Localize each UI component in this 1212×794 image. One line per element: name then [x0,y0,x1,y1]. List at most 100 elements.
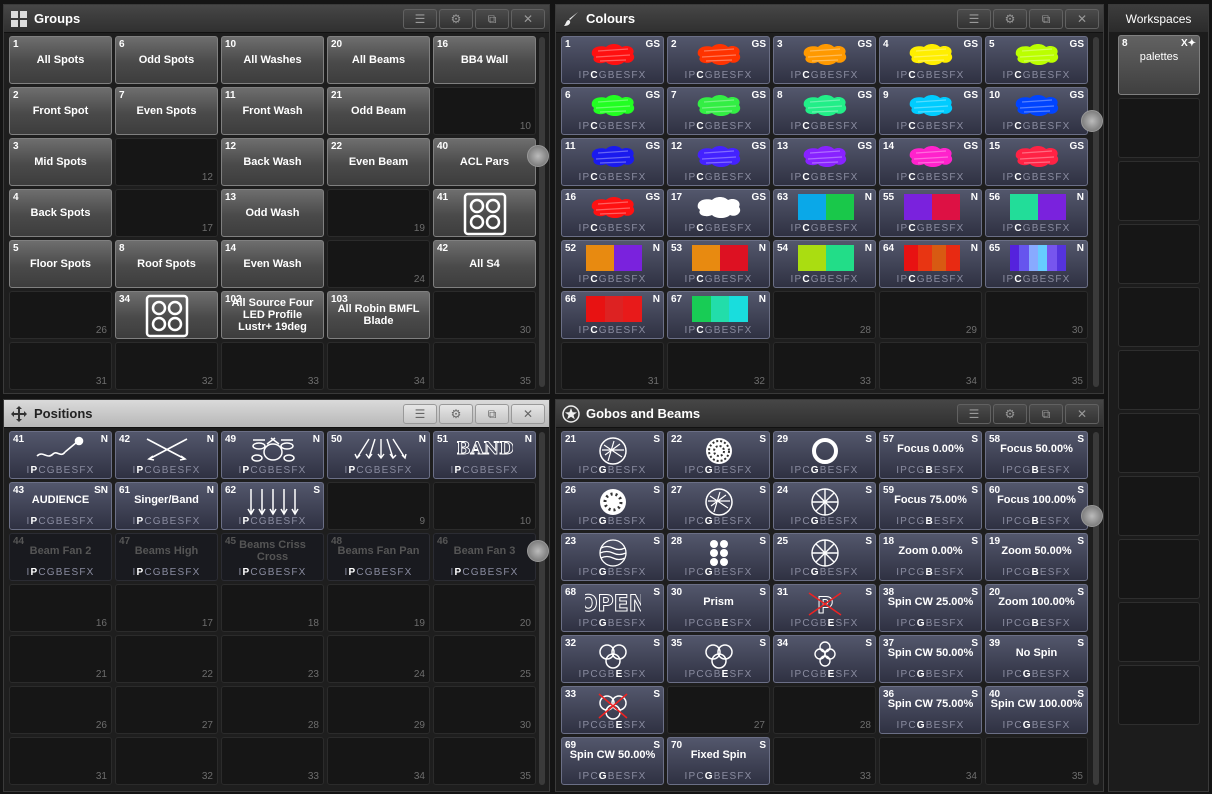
vertical-scrollbar[interactable] [539,37,545,387]
palette-button[interactable]: 8 GS IPCGBESFX [773,87,876,135]
palette-button[interactable]: 17 GS IPCGBESFX [667,189,770,237]
empty-slot[interactable]: 10 [433,482,536,530]
group-button[interactable]: 5 Floor Spots [9,240,112,288]
empty-slot[interactable]: 17 [115,189,218,237]
list-view-button[interactable]: ☰ [957,404,991,424]
empty-slot[interactable]: 32 [115,342,218,390]
palette-button[interactable]: 69 S Spin CW 50.00% IPCGBESFX [561,737,664,785]
palette-button[interactable]: 14 GS IPCGBESFX [879,138,982,186]
palette-button[interactable]: 33 S IPCGBESFX [561,686,664,734]
palette-button[interactable]: 45 Beams Criss Cross IPCGBESFX [221,533,324,581]
empty-slot[interactable]: 28 [221,686,324,734]
window-resize-knob[interactable] [1081,110,1103,132]
empty-slot[interactable]: 35 [433,342,536,390]
group-button[interactable]: 1 All Spots [9,36,112,84]
group-button[interactable]: 7 Even Spots [115,87,218,135]
palette-button[interactable]: 34 S IPCGBESFX [773,635,876,683]
empty-slot[interactable]: 35 [433,737,536,785]
palette-button[interactable]: 24 S IPCGBESFX [773,482,876,530]
list-view-button[interactable]: ☰ [403,404,437,424]
empty-slot[interactable]: 30 [985,291,1088,339]
group-button[interactable]: 13 Odd Wash [221,189,324,237]
empty-slot[interactable]: 19 [327,189,430,237]
palette-button[interactable]: 42 N IPCGBESFX [115,431,218,479]
empty-slot[interactable]: 12 [115,138,218,186]
close-window-button[interactable]: ✕ [511,9,545,29]
palette-button[interactable]: 11 GS IPCGBESFX [561,138,664,186]
palette-button[interactable]: 21 S IPCGBESFX [561,431,664,479]
palette-button[interactable]: 68 S OPENIPCGBESFX [561,584,664,632]
palette-button[interactable]: 41 N IPCGBESFX [9,431,112,479]
empty-slot[interactable]: 10 [433,87,536,135]
empty-slot[interactable]: 34 [879,737,982,785]
workspace-empty-slot[interactable] [1118,98,1200,158]
workspace-empty-slot[interactable] [1118,602,1200,662]
positions-titlebar[interactable]: Positions ☰ ⚙ ⧉ ✕ [4,400,549,428]
empty-slot[interactable]: 34 [327,342,430,390]
fit-window-button[interactable]: ⧉ [1029,9,1063,29]
palette-button[interactable]: 59 S Focus 75.00% IPCGBESFX [879,482,982,530]
empty-slot[interactable]: 33 [773,737,876,785]
group-button[interactable]: 11 Front Wash [221,87,324,135]
group-button[interactable]: 34 [115,291,218,339]
group-button[interactable]: 102 All Source Four LED Profile Lustr+ 19… [221,291,324,339]
settings-button[interactable]: ⚙ [439,404,473,424]
empty-slot[interactable]: 19 [327,584,430,632]
palette-button[interactable]: 29 S IPCGBESFX [773,431,876,479]
group-button[interactable]: 20 All Beams [327,36,430,84]
palette-button[interactable]: 54 N IPCGBESFX [773,240,876,288]
palette-button[interactable]: 23 S IPCGBESFX [561,533,664,581]
palette-button[interactable]: 22 S IPCGBESFX [667,431,770,479]
group-button[interactable]: 42 All S4 [433,240,536,288]
vertical-scrollbar[interactable] [1093,37,1099,387]
palette-button[interactable]: 43 SN AUDIENCE IPCGBESFX [9,482,112,530]
group-button[interactable]: 8 Roof Spots [115,240,218,288]
group-button[interactable]: 103 All Robin BMFL Blade [327,291,430,339]
palette-button[interactable]: 63 N IPCGBESFX [773,189,876,237]
group-button[interactable]: 22 Even Beam [327,138,430,186]
group-button[interactable]: 10 All Washes [221,36,324,84]
empty-slot[interactable]: 24 [327,635,430,683]
palette-button[interactable]: 49 N IPCGBESFX [221,431,324,479]
group-button[interactable]: 41 [433,189,536,237]
palette-button[interactable]: 57 S Focus 0.00% IPCGBESFX [879,431,982,479]
close-window-button[interactable]: ✕ [1065,9,1099,29]
palette-button[interactable]: 12 GS IPCGBESFX [667,138,770,186]
empty-slot[interactable]: 27 [667,686,770,734]
palette-button[interactable]: 18 S Zoom 0.00% IPCGBESFX [879,533,982,581]
groups-titlebar[interactable]: Groups ☰ ⚙ ⧉ ✕ [4,5,549,33]
palette-button[interactable]: 19 S Zoom 50.00% IPCGBESFX [985,533,1088,581]
empty-slot[interactable]: 32 [115,737,218,785]
palette-button[interactable]: 27 S IPCGBESFX [667,482,770,530]
empty-slot[interactable]: 35 [985,737,1088,785]
empty-slot[interactable]: 31 [561,342,664,390]
empty-slot[interactable]: 9 [327,482,430,530]
group-button[interactable]: 40 ACL Pars [433,138,536,186]
workspace-empty-slot[interactable] [1118,413,1200,473]
palette-button[interactable]: 44 Beam Fan 2 IPCGBESFX [9,533,112,581]
palette-button[interactable]: 67 N IPCGBESFX [667,291,770,339]
empty-slot[interactable]: 33 [221,342,324,390]
empty-slot[interactable]: 18 [221,584,324,632]
empty-slot[interactable]: 27 [115,686,218,734]
palette-button[interactable]: 9 GS IPCGBESFX [879,87,982,135]
palette-button[interactable]: 16 GS IPCGBESFX [561,189,664,237]
workspace-empty-slot[interactable] [1118,665,1200,725]
empty-slot[interactable]: 26 [9,291,112,339]
empty-slot[interactable]: 29 [327,686,430,734]
empty-slot[interactable]: 24 [327,240,430,288]
workspace-empty-slot[interactable] [1118,476,1200,536]
group-button[interactable]: 2 Front Spot [9,87,112,135]
window-resize-knob[interactable] [527,540,549,562]
palette-button[interactable]: 62 S IPCGBESFX [221,482,324,530]
palette-button[interactable]: 61 N Singer/Band IPCGBESFX [115,482,218,530]
vertical-scrollbar[interactable] [1093,432,1099,785]
palette-button[interactable]: 2 GS IPCGBESFX [667,36,770,84]
palette-button[interactable]: 48 Beams Fan Pan IPCGBESFX [327,533,430,581]
fit-window-button[interactable]: ⧉ [1029,404,1063,424]
group-button[interactable]: 3 Mid Spots [9,138,112,186]
palette-button[interactable]: 32 S IPCGBESFX [561,635,664,683]
empty-slot[interactable]: 20 [433,584,536,632]
settings-button[interactable]: ⚙ [439,9,473,29]
empty-slot[interactable]: 22 [115,635,218,683]
